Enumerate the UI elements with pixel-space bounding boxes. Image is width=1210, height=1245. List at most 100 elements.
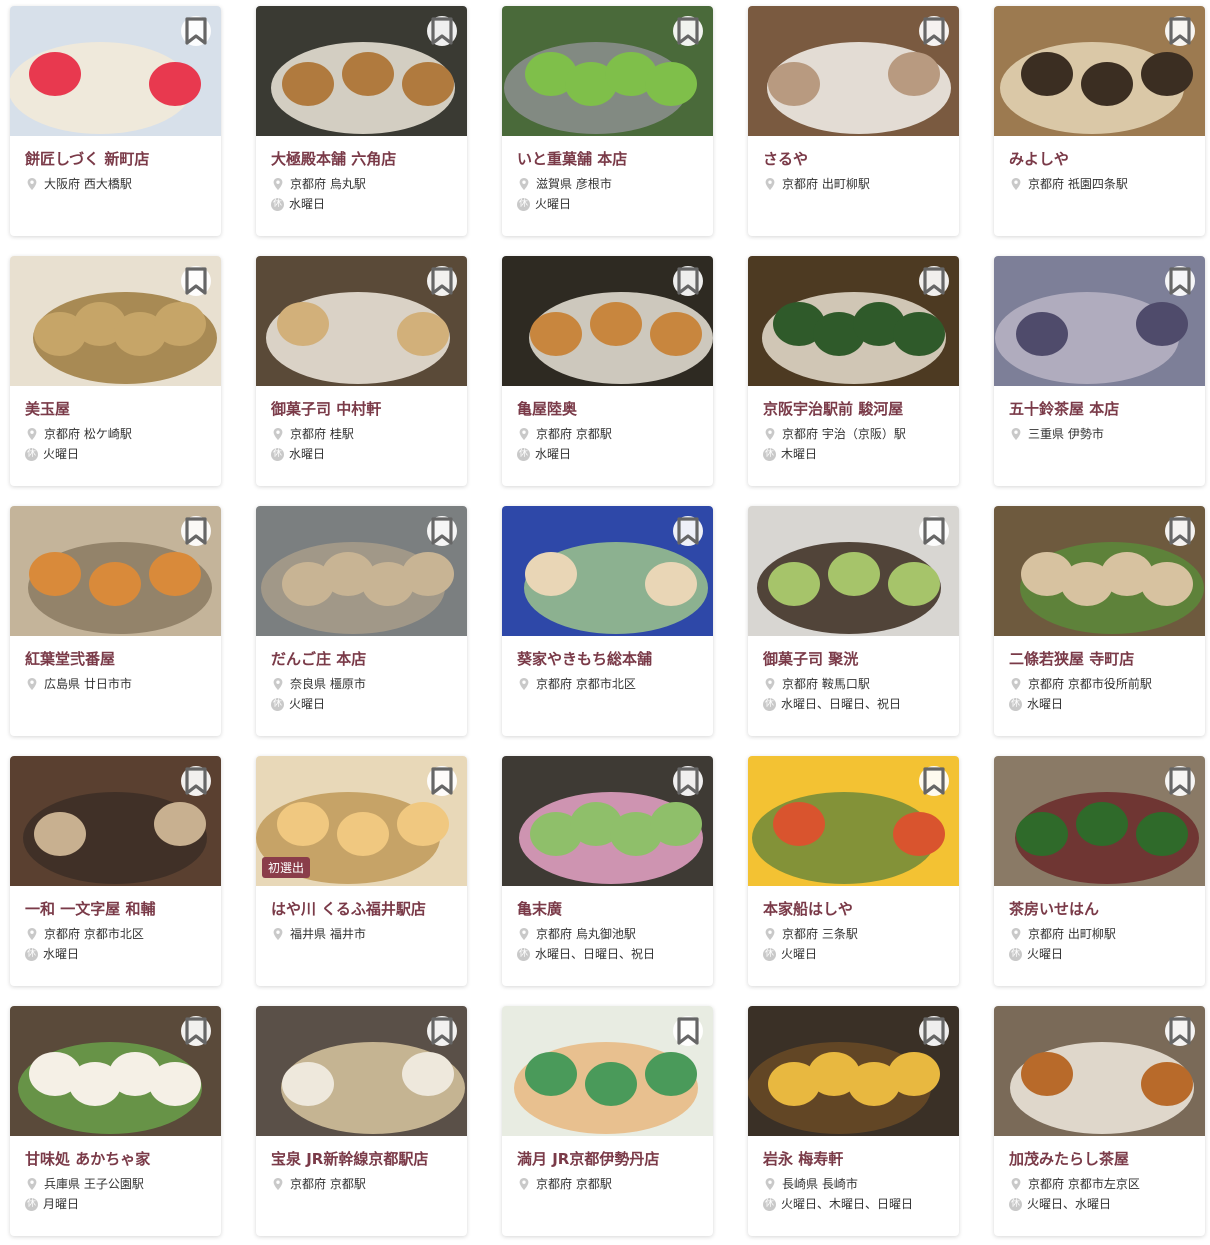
- bookmark-button[interactable]: [427, 516, 457, 546]
- bookmark-button[interactable]: [181, 766, 211, 796]
- shop-card[interactable]: 岩永 梅寿軒 長崎県 長崎市休火曜日、木曜日、日曜日: [748, 1006, 959, 1236]
- bookmark-button[interactable]: [673, 266, 703, 296]
- shop-card[interactable]: 御菓子司 中村軒 京都府 桂駅休水曜日: [256, 256, 467, 486]
- bookmark-button[interactable]: [181, 266, 211, 296]
- bookmark-button[interactable]: [181, 516, 211, 546]
- shop-photo[interactable]: [256, 1006, 467, 1136]
- bookmark-button[interactable]: [1165, 1016, 1195, 1046]
- shop-photo[interactable]: [748, 506, 959, 636]
- bookmark-button[interactable]: [181, 1016, 211, 1046]
- shop-card[interactable]: 初選出 はや川 くるふ福井駅店 福井県 福井市: [256, 756, 467, 986]
- shop-photo[interactable]: [10, 256, 221, 386]
- shop-name[interactable]: 大極殿本舗 六角店: [271, 149, 452, 169]
- shop-name[interactable]: 美玉屋: [25, 399, 206, 419]
- shop-name[interactable]: 満月 JR京都伊勢丹店: [517, 1149, 698, 1169]
- shop-name[interactable]: 亀末廣: [517, 899, 698, 919]
- shop-card[interactable]: だんご庄 本店 奈良県 橿原市休火曜日: [256, 506, 467, 736]
- bookmark-button[interactable]: [1165, 516, 1195, 546]
- shop-photo[interactable]: [994, 6, 1205, 136]
- shop-photo[interactable]: 初選出: [256, 756, 467, 886]
- bookmark-button[interactable]: [673, 766, 703, 796]
- shop-photo[interactable]: [748, 256, 959, 386]
- shop-name[interactable]: さるや: [763, 149, 944, 169]
- bookmark-button[interactable]: [919, 766, 949, 796]
- shop-card[interactable]: 一和 一文字屋 和輔 京都府 京都市北区休水曜日: [10, 756, 221, 986]
- shop-photo[interactable]: [748, 756, 959, 886]
- shop-name[interactable]: 一和 一文字屋 和輔: [25, 899, 206, 919]
- shop-photo[interactable]: [748, 6, 959, 136]
- shop-name[interactable]: 五十鈴茶屋 本店: [1009, 399, 1190, 419]
- bookmark-button[interactable]: [427, 16, 457, 46]
- shop-photo[interactable]: [994, 256, 1205, 386]
- shop-name[interactable]: 餅匠しづく 新町店: [25, 149, 206, 169]
- shop-photo[interactable]: [502, 506, 713, 636]
- shop-name[interactable]: 京阪宇治駅前 駿河屋: [763, 399, 944, 419]
- shop-card[interactable]: 甘味処 あかちゃ家 兵庫県 王子公園駅休月曜日: [10, 1006, 221, 1236]
- shop-photo[interactable]: [502, 756, 713, 886]
- bookmark-button[interactable]: [919, 266, 949, 296]
- shop-card[interactable]: 餅匠しづく 新町店 大阪府 西大橋駅: [10, 6, 221, 236]
- bookmark-button[interactable]: [427, 1016, 457, 1046]
- shop-photo[interactable]: [502, 1006, 713, 1136]
- shop-name[interactable]: いと重菓舗 本店: [517, 149, 698, 169]
- shop-card[interactable]: 二條若狭屋 寺町店 京都府 京都市役所前駅休水曜日: [994, 506, 1205, 736]
- shop-photo[interactable]: [10, 506, 221, 636]
- shop-name[interactable]: みよしや: [1009, 149, 1190, 169]
- shop-name[interactable]: 御菓子司 聚洸: [763, 649, 944, 669]
- shop-photo[interactable]: [994, 506, 1205, 636]
- bookmark-button[interactable]: [181, 16, 211, 46]
- bookmark-button[interactable]: [1165, 766, 1195, 796]
- shop-card[interactable]: 加茂みたらし茶屋 京都府 京都市左京区休火曜日、水曜日: [994, 1006, 1205, 1236]
- shop-name[interactable]: だんご庄 本店: [271, 649, 452, 669]
- shop-card[interactable]: 亀屋陸奥 京都府 京都駅休水曜日: [502, 256, 713, 486]
- shop-name[interactable]: 葵家やきもち総本舗: [517, 649, 698, 669]
- shop-name[interactable]: 加茂みたらし茶屋: [1009, 1149, 1190, 1169]
- shop-photo[interactable]: [10, 6, 221, 136]
- shop-name[interactable]: 岩永 梅寿軒: [763, 1149, 944, 1169]
- shop-photo[interactable]: [256, 506, 467, 636]
- shop-photo[interactable]: [502, 256, 713, 386]
- bookmark-button[interactable]: [673, 1016, 703, 1046]
- shop-name[interactable]: 宝泉 JR新幹線京都駅店: [271, 1149, 452, 1169]
- shop-name[interactable]: 亀屋陸奥: [517, 399, 698, 419]
- shop-photo[interactable]: [994, 1006, 1205, 1136]
- shop-card[interactable]: 満月 JR京都伊勢丹店 京都府 京都駅: [502, 1006, 713, 1236]
- shop-card[interactable]: 京阪宇治駅前 駿河屋 京都府 宇治（京阪）駅休木曜日: [748, 256, 959, 486]
- shop-photo[interactable]: [748, 1006, 959, 1136]
- shop-name[interactable]: 御菓子司 中村軒: [271, 399, 452, 419]
- shop-card[interactable]: 美玉屋 京都府 松ケ崎駅休火曜日: [10, 256, 221, 486]
- bookmark-button[interactable]: [1165, 16, 1195, 46]
- shop-photo[interactable]: [502, 6, 713, 136]
- bookmark-button[interactable]: [919, 16, 949, 46]
- bookmark-button[interactable]: [919, 516, 949, 546]
- shop-photo[interactable]: [10, 1006, 221, 1136]
- shop-card[interactable]: 御菓子司 聚洸 京都府 鞍馬口駅休水曜日、日曜日、祝日: [748, 506, 959, 736]
- shop-card[interactable]: みよしや 京都府 祇園四条駅: [994, 6, 1205, 236]
- shop-name[interactable]: 甘味処 あかちゃ家: [25, 1149, 206, 1169]
- bookmark-button[interactable]: [673, 516, 703, 546]
- shop-name[interactable]: 二條若狭屋 寺町店: [1009, 649, 1190, 669]
- shop-card[interactable]: いと重菓舗 本店 滋賀県 彦根市休火曜日: [502, 6, 713, 236]
- shop-photo[interactable]: [10, 756, 221, 886]
- shop-card[interactable]: さるや 京都府 出町柳駅: [748, 6, 959, 236]
- shop-card[interactable]: 亀末廣 京都府 烏丸御池駅休水曜日、日曜日、祝日: [502, 756, 713, 986]
- bookmark-button[interactable]: [919, 1016, 949, 1046]
- shop-card[interactable]: 葵家やきもち総本舗 京都府 京都市北区: [502, 506, 713, 736]
- bookmark-button[interactable]: [427, 266, 457, 296]
- shop-photo[interactable]: [256, 6, 467, 136]
- shop-name[interactable]: 茶房いせはん: [1009, 899, 1190, 919]
- shop-photo[interactable]: [994, 756, 1205, 886]
- shop-photo[interactable]: [256, 256, 467, 386]
- shop-name[interactable]: 本家船はしや: [763, 899, 944, 919]
- shop-card[interactable]: 茶房いせはん 京都府 出町柳駅休火曜日: [994, 756, 1205, 986]
- shop-card[interactable]: 紅葉堂弐番屋 広島県 廿日市市: [10, 506, 221, 736]
- shop-name[interactable]: はや川 くるふ福井駅店: [271, 899, 452, 919]
- shop-card[interactable]: 五十鈴茶屋 本店 三重県 伊勢市: [994, 256, 1205, 486]
- shop-card[interactable]: 宝泉 JR新幹線京都駅店 京都府 京都駅: [256, 1006, 467, 1236]
- shop-card[interactable]: 本家船はしや 京都府 三条駅休火曜日: [748, 756, 959, 986]
- bookmark-button[interactable]: [673, 16, 703, 46]
- shop-card[interactable]: 大極殿本舗 六角店 京都府 烏丸駅休水曜日: [256, 6, 467, 236]
- bookmark-button[interactable]: [1165, 266, 1195, 296]
- shop-name[interactable]: 紅葉堂弐番屋: [25, 649, 206, 669]
- bookmark-button[interactable]: [427, 766, 457, 796]
